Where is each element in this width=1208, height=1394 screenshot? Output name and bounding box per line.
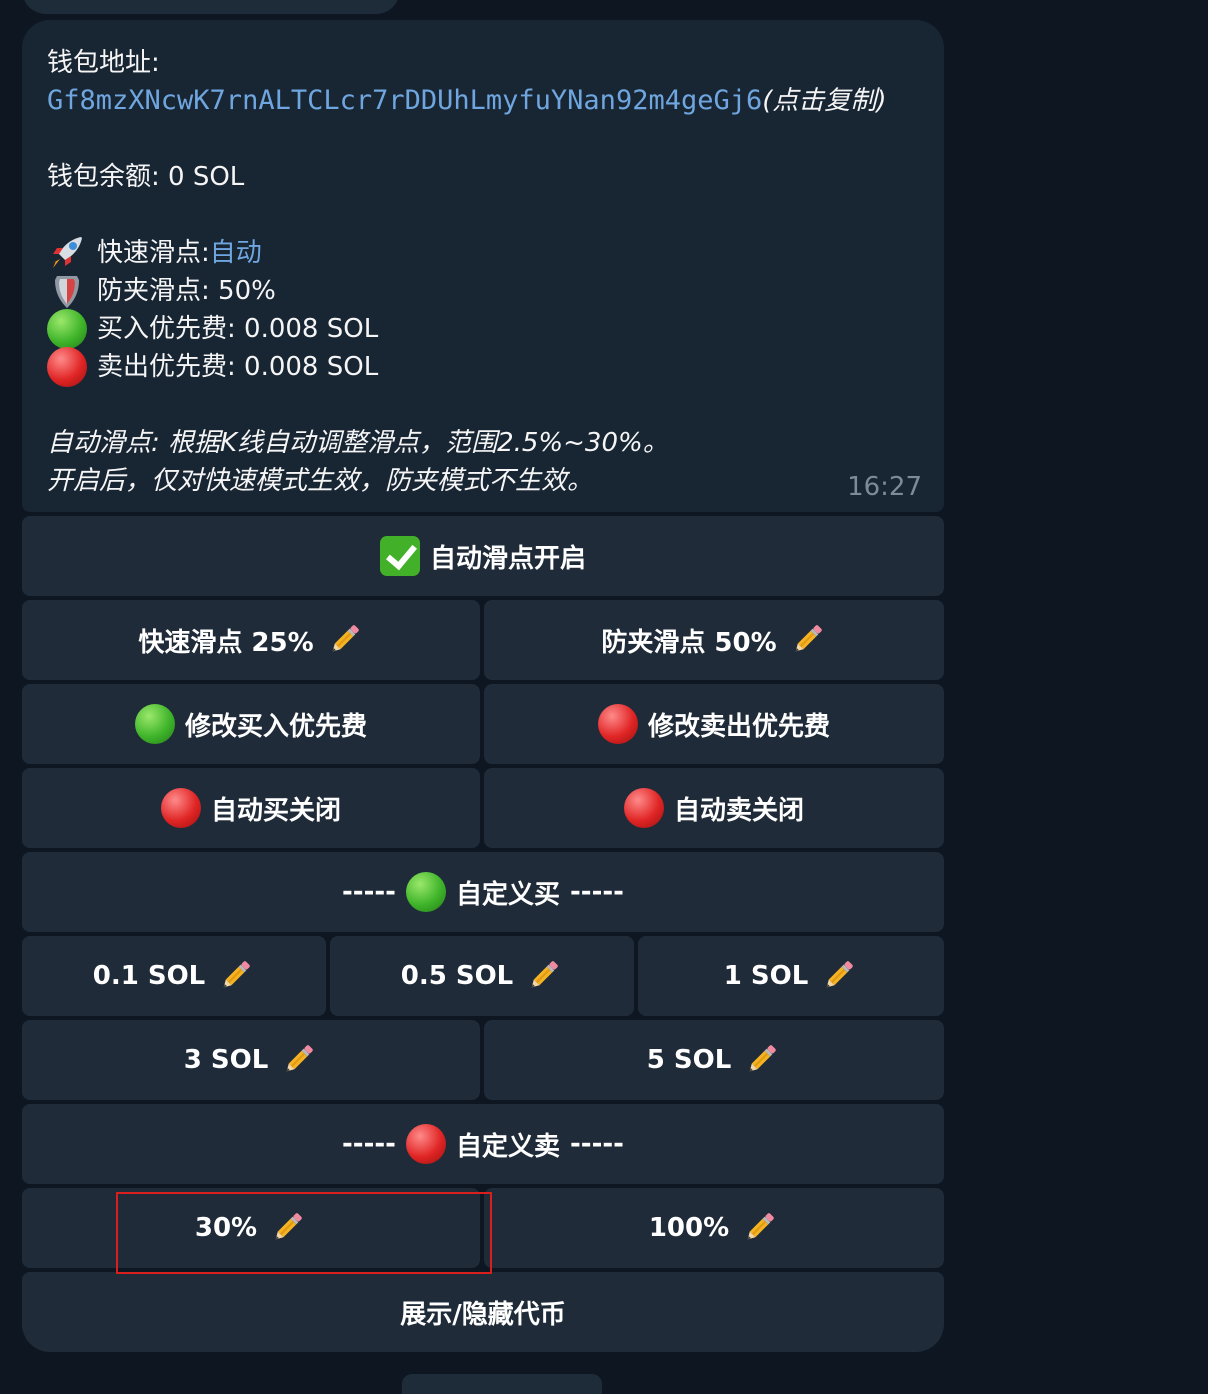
green-circle-icon (405, 872, 446, 912)
message-text: 钱包地址: Gf8mzXNcwK7rnALTCLcr7rDDUhLmyfuYNa… (47, 44, 924, 500)
auto-sell-button[interactable]: 自动卖关闭 (484, 768, 944, 848)
custom-sell-header-button[interactable]: ----- 自定义卖 ----- (22, 1104, 944, 1184)
green-circle-icon (47, 309, 87, 349)
fast-slippage-label: 快速滑点: (97, 238, 210, 268)
buy-1-sol-label: 1 SOL (723, 961, 809, 991)
red-circle-icon (623, 788, 664, 828)
red-circle-icon (47, 347, 87, 387)
rocket-icon (47, 234, 87, 272)
check-mark-icon (379, 536, 420, 576)
pencil-icon (215, 956, 255, 996)
previous-message-stub (22, 0, 400, 14)
custom-sell-label: 自定义卖 (455, 1131, 560, 1162)
buy-priority-fee-text: 买入优先费: 0.008 SOL (97, 314, 379, 344)
pencil-icon (278, 1040, 318, 1080)
red-circle-icon (405, 1124, 446, 1164)
anti-mev-slippage-button-label: 防夹滑点 50% (601, 627, 777, 658)
pencil-icon (324, 620, 364, 660)
bot-message-bubble: 钱包地址: Gf8mzXNcwK7rnALTCLcr7rDDUhLmyfuYNa… (22, 20, 944, 512)
copy-hint: (点击复制) (762, 86, 887, 116)
buy-0.5-sol-button[interactable]: 0.5 SOL (330, 936, 634, 1016)
auto-buy-button[interactable]: 自动买关闭 (22, 768, 480, 848)
fast-slippage-value: 自动 (209, 238, 262, 268)
wallet-address-label: 钱包地址: (47, 48, 160, 78)
buy-5-sol-label: 5 SOL (646, 1045, 732, 1075)
highlight-box (116, 1192, 492, 1274)
message-time: 16:27 (847, 472, 922, 502)
edit-buy-fee-label: 修改买入优先费 (184, 711, 367, 742)
toggle-tokens-button[interactable]: 展示/隐藏代币 (22, 1272, 944, 1352)
red-circle-icon (160, 788, 201, 828)
custom-sell-suffix: ----- (570, 1129, 624, 1159)
buy-5-sol-button[interactable]: 5 SOL (484, 1020, 944, 1100)
buy-1-sol-button[interactable]: 1 SOL (638, 936, 944, 1016)
fast-slippage-button[interactable]: 快速滑点 25% (22, 600, 480, 680)
pencil-icon (739, 1208, 779, 1248)
next-element-stub (402, 1374, 602, 1394)
shield-icon (47, 272, 87, 310)
pencil-icon (787, 620, 827, 660)
sell-priority-fee-text: 卖出优先费: 0.008 SOL (97, 352, 379, 382)
custom-buy-header-button[interactable]: ----- 自定义买 ----- (22, 852, 944, 932)
custom-buy-suffix: ----- (570, 877, 624, 907)
green-circle-icon (134, 704, 175, 744)
custom-buy-prefix: ----- (342, 877, 396, 907)
edit-sell-fee-label: 修改卖出优先费 (647, 711, 830, 742)
auto-slippage-toggle-button[interactable]: 自动滑点开启 (22, 516, 944, 596)
edit-buy-fee-button[interactable]: 修改买入优先费 (22, 684, 480, 764)
pencil-icon (523, 956, 563, 996)
wallet-balance: 钱包余额: 0 SOL (47, 162, 245, 192)
buy-0.1-sol-label: 0.1 SOL (92, 961, 206, 991)
custom-sell-prefix: ----- (342, 1129, 396, 1159)
anti-mev-slippage-button[interactable]: 防夹滑点 50% (484, 600, 944, 680)
red-circle-icon (597, 704, 638, 744)
sell-100-percent-label: 100% (648, 1213, 730, 1243)
sell-100-percent-button[interactable]: 100% (484, 1188, 944, 1268)
edit-sell-fee-button[interactable]: 修改卖出优先费 (484, 684, 944, 764)
pencil-icon (818, 956, 858, 996)
buy-0.5-sol-label: 0.5 SOL (400, 961, 514, 991)
buy-3-sol-button[interactable]: 3 SOL (22, 1020, 480, 1100)
toggle-tokens-label: 展示/隐藏代币 (400, 1299, 566, 1330)
auto-slippage-label: 自动滑点开启 (429, 543, 586, 574)
auto-slippage-note-1: 自动滑点: 根据K线自动调整滑点，范围2.5%~30%。 (47, 428, 669, 458)
custom-buy-label: 自定义买 (455, 879, 560, 910)
auto-slippage-note-2: 开启后，仅对快速模式生效，防夹模式不生效。 (47, 466, 594, 496)
buy-3-sol-label: 3 SOL (183, 1045, 269, 1075)
wallet-address-link[interactable]: Gf8mzXNcwK7rnALTCLcr7rDDUhLmyfuYNan92m4g… (47, 82, 762, 120)
auto-buy-label: 自动买关闭 (210, 795, 341, 826)
buy-0.1-sol-button[interactable]: 0.1 SOL (22, 936, 326, 1016)
auto-sell-label: 自动卖关闭 (673, 795, 804, 826)
pencil-icon (741, 1040, 781, 1080)
anti-mev-slippage-text: 防夹滑点: 50% (97, 276, 276, 306)
fast-slippage-button-label: 快速滑点 25% (138, 627, 314, 658)
